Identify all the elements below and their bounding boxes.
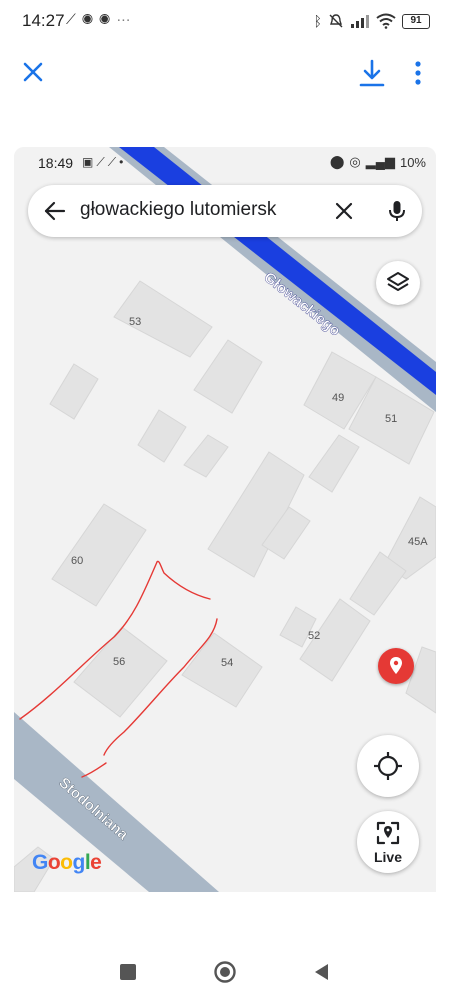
- search-query-text[interactable]: głowackiego lutomiersk: [80, 199, 330, 221]
- layers-button[interactable]: [376, 261, 420, 305]
- system-navigation-bar: [0, 945, 450, 1000]
- notification-icons: ⟋◉◉⋯: [66, 11, 136, 28]
- notification-icon: ⟋: [66, 11, 82, 27]
- screenshot-battery-text: 10%: [399, 154, 426, 170]
- house-number-60: 60: [71, 555, 83, 567]
- chrome-icon: ◉: [99, 11, 117, 27]
- google-logo: Google: [32, 851, 102, 874]
- screenshot-status-bar: 18:49 ▣⟋⟋• ⬤ ◎ ▂▄▆ 10%: [14, 147, 436, 179]
- live-view-button[interactable]: Live: [357, 811, 419, 873]
- back-arrow-icon[interactable]: [42, 198, 68, 224]
- location-pin-icon: [390, 657, 402, 674]
- chrome-icon: ◉: [81, 11, 100, 27]
- screenshot-notification-icons: ▣⟋⟋•: [82, 155, 127, 169]
- house-number-51: 51: [385, 413, 397, 425]
- hotspot-icon: ◎: [349, 154, 361, 169]
- crosshair-icon: [374, 752, 402, 780]
- screenshot-system-icons: ⬤ ◎ ▂▄▆ 10%: [330, 154, 426, 170]
- battery-indicator: 91: [402, 13, 430, 29]
- house-number-49: 49: [332, 392, 344, 404]
- bluetooth-icon: ᛒ: [313, 13, 322, 29]
- device-status-bar: 14:27 ⟋◉◉⋯ ᛒ 91: [0, 0, 450, 44]
- maps-search-bar[interactable]: głowackiego lutomiersk: [28, 185, 422, 237]
- status-time: 14:27: [22, 11, 65, 30]
- more-vert-icon[interactable]: [408, 58, 428, 88]
- signal-icon: ▂▄▆: [365, 154, 395, 169]
- wifi-icon: [376, 13, 396, 29]
- home-circle-icon[interactable]: [213, 960, 237, 984]
- house-number-53: 53: [129, 316, 141, 328]
- download-icon[interactable]: [358, 58, 386, 88]
- more-notifications-icon: ⋯: [116, 11, 137, 27]
- house-number-54: 54: [221, 657, 233, 669]
- location-icon: ⬤: [329, 154, 345, 169]
- live-label: Live: [373, 849, 402, 865]
- clear-icon[interactable]: [332, 199, 356, 223]
- system-icons: ᛒ 91: [314, 10, 430, 32]
- house-number-52: 52: [308, 630, 320, 642]
- house-number-56: 56: [113, 656, 125, 668]
- screenshot-image: Głowackiego Stodolniana 53 49 51 45A 60 …: [14, 147, 436, 892]
- signal-icon: [351, 15, 369, 28]
- microphone-icon[interactable]: [384, 198, 410, 224]
- close-icon[interactable]: [20, 59, 46, 85]
- house-number-45a: 45A: [408, 536, 428, 548]
- layers-icon: [387, 272, 409, 291]
- silent-icon: [329, 14, 343, 28]
- screenshot-status-time: 18:49: [38, 155, 74, 171]
- back-triangle-icon[interactable]: [311, 961, 333, 983]
- live-view-icon: [376, 821, 400, 845]
- place-pin-marker[interactable]: [378, 648, 414, 684]
- recents-square-icon[interactable]: [117, 961, 139, 983]
- my-location-button[interactable]: [357, 735, 419, 797]
- image-viewer-toolbar: [0, 50, 450, 96]
